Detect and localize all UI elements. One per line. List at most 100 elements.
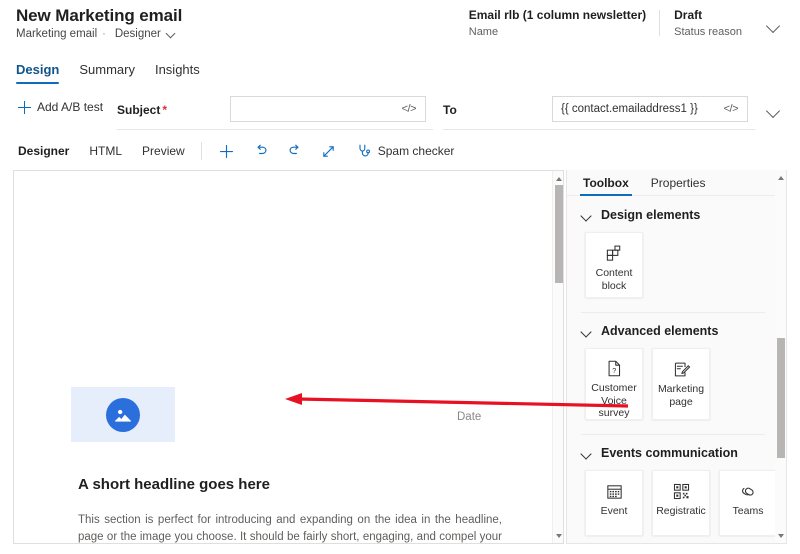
canvas-scroll-up-button[interactable] <box>553 173 564 184</box>
subject-to-row: Add A/B test Subject* </> To {{ contact.… <box>0 90 800 128</box>
email-body-text[interactable]: This section is perfect for introducing … <box>78 512 502 544</box>
tile-content-block-label: Content block <box>585 267 643 292</box>
email-canvas[interactable]: Date A short headline goes here This sec… <box>13 170 564 544</box>
qr-code-icon <box>672 480 691 502</box>
tile-customer-voice-survey[interactable]: ? Customer Voice survey <box>585 348 643 420</box>
toolbox-scrollbar-thumb[interactable] <box>777 338 785 458</box>
undo-icon <box>253 143 269 159</box>
tile-marketing-page-label: Marketing page <box>652 383 710 408</box>
tile-marketing-page[interactable]: Marketing page <box>652 348 710 420</box>
full-screen-button[interactable] <box>316 138 342 164</box>
plus-icon <box>18 101 31 114</box>
section-design-elements[interactable]: Design elements <box>567 197 777 232</box>
to-input[interactable]: {{ contact.emailaddress1 }} </> <box>552 96 748 122</box>
tab-summary[interactable]: Summary <box>79 62 135 84</box>
plus-icon <box>219 144 234 159</box>
subject-field-group: Subject* </> <box>117 94 433 128</box>
header-expand-button[interactable] <box>760 12 786 38</box>
tile-event-label: Event <box>585 505 643 518</box>
tab-toolbox[interactable]: Toolbox <box>583 176 629 195</box>
toolbox-scroll-up-button[interactable] <box>775 172 786 183</box>
undo-button[interactable] <box>248 138 274 164</box>
breadcrumb-view-selector[interactable]: Designer <box>115 28 161 40</box>
section-advanced-elements[interactable]: Advanced elements <box>567 313 777 348</box>
triangle-up-icon <box>556 177 562 181</box>
chevron-down-icon <box>581 210 592 221</box>
spam-checker-button[interactable]: Spam checker <box>356 143 455 159</box>
mode-designer[interactable]: Designer <box>18 144 69 158</box>
tile-registration-label: Registratic <box>652 505 710 518</box>
triangle-down-icon <box>556 534 562 538</box>
mode-html[interactable]: HTML <box>89 144 122 158</box>
calendar-icon <box>605 480 624 502</box>
header-name-value: Email rlb (1 column newsletter) <box>469 8 646 22</box>
tile-customer-voice-survey-label: Customer Voice survey <box>585 382 643 419</box>
subject-input[interactable]: </> <box>230 96 426 122</box>
fieldrow-expand-button[interactable] <box>760 98 786 122</box>
to-field-group: To {{ contact.emailaddress1 }} </> <box>443 94 755 128</box>
toolbox-panel-tabs: Toolbox Properties <box>567 170 786 196</box>
canvas-scrollbar[interactable] <box>552 171 563 543</box>
to-input-value[interactable]: {{ contact.emailaddress1 }} <box>561 103 719 115</box>
status-badge: Draft <box>674 8 742 22</box>
section-advanced-elements-label: Advanced elements <box>601 324 718 338</box>
required-marker: * <box>162 103 167 117</box>
toolbar-divider <box>201 142 202 160</box>
email-logo-placeholder[interactable] <box>71 387 175 442</box>
add-ab-test-button[interactable]: Add A/B test <box>18 100 103 114</box>
canvas-scrollbar-thumb[interactable] <box>555 185 563 283</box>
email-headline[interactable]: A short headline goes here <box>78 476 270 493</box>
advanced-elements-tiles: ? Customer Voice survey <box>567 348 777 420</box>
triangle-down-icon <box>778 534 784 538</box>
to-underline <box>443 129 755 130</box>
chevron-down-icon <box>767 19 780 32</box>
tab-properties[interactable]: Properties <box>651 176 706 195</box>
tile-registration[interactable]: Registratic <box>652 470 710 536</box>
content-block-icon <box>605 242 624 264</box>
events-communication-tiles: Event <box>567 470 777 536</box>
header-status-field: Draft Status reason <box>660 8 756 38</box>
design-elements-tiles: Content block <box>567 232 777 298</box>
add-element-button[interactable] <box>214 138 240 164</box>
to-label: To <box>443 103 457 117</box>
image-placeholder-icon <box>106 398 140 432</box>
to-personalization-icon[interactable]: </> <box>719 103 743 115</box>
email-canvas-content: Date A short headline goes here This sec… <box>14 171 554 543</box>
mode-preview[interactable]: Preview <box>142 144 185 158</box>
header-status-fields: Email rlb (1 column newsletter) Name Dra… <box>455 8 786 38</box>
stethoscope-icon <box>356 143 372 159</box>
header-name-field: Email rlb (1 column newsletter) Name <box>455 8 660 38</box>
toolbox-scrollbar[interactable] <box>775 170 786 543</box>
subject-personalization-icon[interactable]: </> <box>397 103 421 115</box>
header-status-label: Status reason <box>674 26 742 38</box>
toolbox-panel: Toolbox Properties Design elements <box>566 170 787 544</box>
subject-label: Subject* <box>117 103 167 117</box>
redo-button[interactable] <box>282 138 308 164</box>
breadcrumb: Marketing email · Designer <box>16 28 176 40</box>
tile-event[interactable]: Event <box>585 470 643 536</box>
canvas-scroll-down-button[interactable] <box>553 530 564 541</box>
marketing-email-designer-app: New Marketing email Marketing email · De… <box>0 0 800 554</box>
svg-text:?: ? <box>612 366 616 375</box>
chevron-down-icon <box>767 104 780 117</box>
tab-design[interactable]: Design <box>16 62 59 84</box>
add-ab-test-label: Add A/B test <box>37 100 103 114</box>
teams-link-icon <box>738 480 758 502</box>
tile-content-block[interactable]: Content block <box>585 232 643 298</box>
tile-teams[interactable]: Teams <box>719 470 777 536</box>
triangle-up-icon <box>778 176 784 180</box>
section-events-communication[interactable]: Events communication <box>567 435 777 470</box>
tab-insights[interactable]: Insights <box>155 62 200 84</box>
page-title: New Marketing email <box>16 6 182 26</box>
expand-diagonal-icon <box>321 144 336 159</box>
email-date-text[interactable]: Date <box>457 411 481 423</box>
toolbox-scroll-down-button[interactable] <box>775 530 786 541</box>
main-tabs: Design Summary Insights <box>0 52 800 84</box>
chevron-down-icon[interactable] <box>166 29 176 39</box>
page-header: New Marketing email Marketing email · De… <box>0 0 800 48</box>
breadcrumb-entity: Marketing email <box>16 28 97 40</box>
designer-toolbar: Designer HTML Preview <box>0 136 800 166</box>
chevron-down-icon <box>581 448 592 459</box>
subject-underline <box>117 129 433 130</box>
redo-icon <box>287 143 303 159</box>
